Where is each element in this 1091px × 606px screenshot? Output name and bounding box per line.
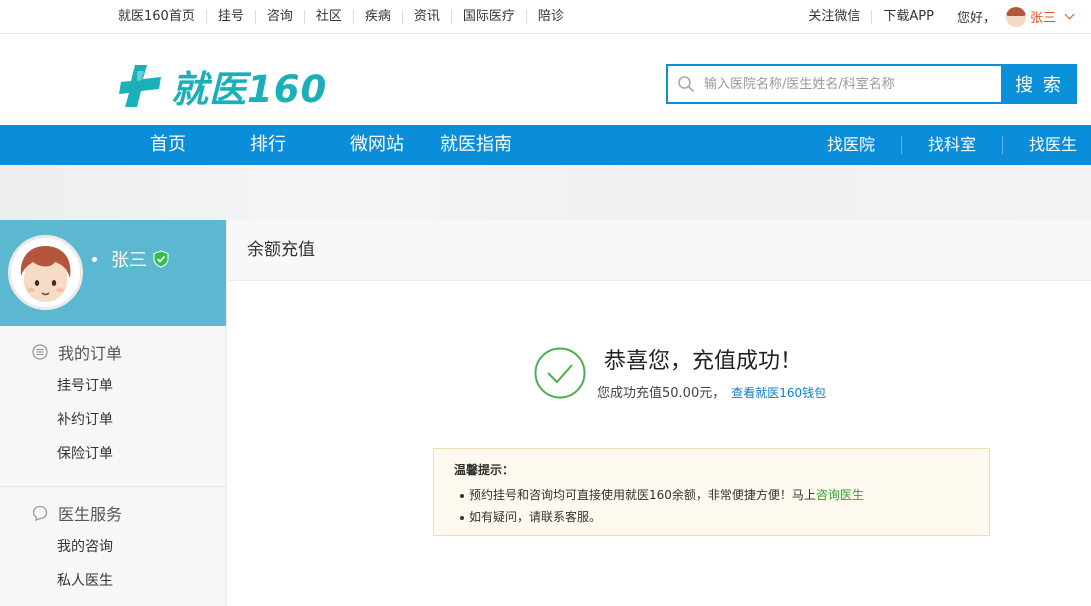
bullet-dot (92, 256, 97, 262)
tips-line-1: 预约挂号和咨询均可直接使用就医160余额，非常便捷方便！马上咨询医生 (454, 484, 969, 506)
menu-item-private-doctor[interactable]: 私人医生 (0, 571, 226, 605)
nav-microsite[interactable]: 微网站 (332, 125, 422, 165)
menu-item-supplement-orders[interactable]: 补约订单 (0, 410, 226, 444)
success-detail: 您成功充值50.00元， 查看就医160钱包 (597, 382, 826, 401)
top-nav: 就医160首页 挂号 咨询 社区 疾病 资讯 国际医疗 陪诊 (107, 0, 575, 33)
profile-name-row: 张三 (92, 246, 169, 272)
main-panel: 余额充值 恭喜您，充值成功！ 您成功充值50.00元， 查看就医160钱包 温馨提… (228, 220, 1091, 606)
menu-group-label: 我的订单 (58, 344, 123, 363)
user-name: 张三 (1029, 11, 1056, 26)
nav-ranking[interactable]: 排行 (232, 125, 304, 165)
wallet-link[interactable]: 查看就医160钱包 (731, 386, 826, 400)
download-app-link[interactable]: 下载APP (871, 9, 945, 24)
follow-wechat-link[interactable]: 关注微信 (797, 9, 871, 24)
logo-text: 就医160 (171, 68, 328, 111)
medical-cross-logo-icon (119, 65, 161, 107)
tips-line-2-text: 如有疑问，请联系客服。 (469, 510, 602, 524)
tips-line-2: 如有疑问，请联系客服。 (454, 506, 969, 528)
nav-guide[interactable]: 就医指南 (422, 125, 530, 165)
verified-shield-icon (153, 250, 169, 268)
content-area: 张三 我的订单 挂号订单 补约订单 保险订单 医生服务 我的咨询 私人医生 余额… (0, 220, 1091, 606)
nav-find-department[interactable]: 找科室 (900, 136, 1002, 154)
success-check-icon (534, 347, 586, 399)
success-text: 您成功充值50.00元， (597, 386, 726, 401)
profile-card: 张三 (0, 220, 226, 326)
success-title: 恭喜您，充值成功！ (604, 349, 803, 374)
nav-find-hospital[interactable]: 找医院 (801, 136, 901, 154)
menu-item-insurance-orders[interactable]: 保险订单 (0, 444, 226, 478)
top-nav-community[interactable]: 社区 (303, 9, 353, 24)
user-menu[interactable]: 张三 (996, 6, 1075, 27)
menu-group-orders: 我的订单 挂号订单 补约订单 保险订单 (0, 326, 226, 478)
top-right-links: 关注微信 下载APP 您好， 张三 (797, 0, 1075, 33)
menu-group-title-orders: 我的订单 (0, 342, 226, 363)
nav-home[interactable]: 首页 (132, 125, 204, 165)
user-avatar-icon (1005, 6, 1026, 27)
section-title: 余额充值 (228, 220, 1091, 281)
avatar-face-icon (11, 238, 80, 307)
menu-item-my-consult[interactable]: 我的咨询 (0, 537, 226, 571)
menu-item-register-orders[interactable]: 挂号订单 (0, 376, 226, 410)
search-icon (668, 66, 704, 102)
tips-box: 温馨提示： 预约挂号和咨询均可直接使用就医160余额，非常便捷方便！马上咨询医生… (433, 448, 990, 536)
menu-group-doctor-service: 医生服务 我的咨询 私人医生 (0, 486, 226, 605)
greeting-text: 您好， (956, 11, 996, 26)
chevron-down-icon (1064, 9, 1075, 20)
list-circle-icon (32, 344, 48, 360)
menu-group-label: 医生服务 (58, 505, 123, 524)
top-nav-international[interactable]: 国际医疗 (450, 9, 526, 24)
consult-doctor-link[interactable]: 咨询医生 (816, 488, 864, 502)
avatar[interactable] (8, 235, 83, 310)
top-nav-home[interactable]: 就医160首页 (107, 9, 206, 24)
top-nav-consult[interactable]: 咨询 (254, 9, 304, 24)
profile-name: 张三 (111, 250, 147, 271)
top-nav-disease[interactable]: 疾病 (352, 9, 402, 24)
sidebar: 张三 我的订单 挂号订单 补约订单 保险订单 医生服务 我的咨询 私人医生 (0, 220, 227, 606)
top-nav-escort[interactable]: 陪诊 (525, 9, 575, 24)
header: 就医160 搜 索 (0, 34, 1091, 125)
bullet-icon (460, 515, 464, 520)
top-bar: 就医160首页 挂号 咨询 社区 疾病 资讯 国际医疗 陪诊 关注微信 下载AP… (0, 0, 1091, 34)
tips-title: 温馨提示： (454, 463, 515, 477)
top-nav-news[interactable]: 资讯 (401, 9, 451, 24)
main-nav-right: 找医院 找科室 找医生 (801, 125, 1091, 165)
banner-strip (0, 165, 1091, 220)
tips-line-1-text: 预约挂号和咨询均可直接使用就医160余额，非常便捷方便！马上 (469, 488, 816, 502)
search-input[interactable] (704, 66, 1001, 102)
menu-group-title-doctor-service: 医生服务 (0, 503, 226, 524)
main-nav: 首页 排行 微网站 就医指南 找医院 找科室 找医生 (0, 125, 1091, 165)
search-box: 搜 索 (666, 64, 1077, 104)
site-logo[interactable]: 就医160 (117, 59, 327, 113)
top-nav-register[interactable]: 挂号 (205, 9, 255, 24)
bullet-icon (460, 493, 464, 498)
chat-bubble-icon (32, 505, 48, 521)
nav-find-doctor[interactable]: 找医生 (1001, 136, 1091, 154)
search-button[interactable]: 搜 索 (1001, 65, 1077, 103)
main-nav-left: 首页 排行 微网站 就医指南 (132, 125, 558, 165)
